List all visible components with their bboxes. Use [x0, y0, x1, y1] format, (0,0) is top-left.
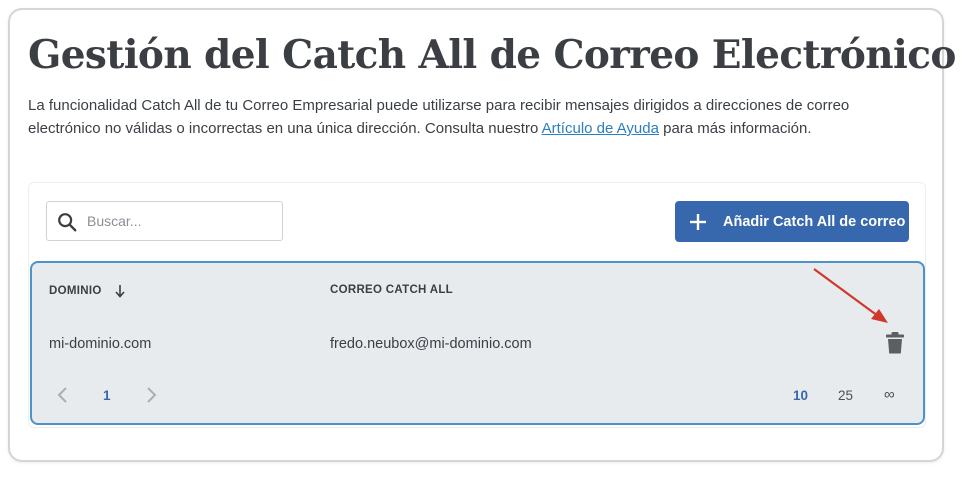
red-arrow-annotation — [813, 268, 888, 323]
column-header-domain-label: DOMINIO — [49, 285, 102, 297]
trash-icon[interactable] — [884, 331, 906, 355]
add-catch-all-button[interactable]: Añadir Catch All de correo — [675, 201, 909, 242]
chevron-right-icon[interactable] — [144, 386, 158, 404]
search-icon — [58, 213, 77, 232]
search-input[interactable] — [87, 208, 275, 234]
catch-all-card: Gestión del Catch All de Correo Electrón… — [8, 8, 956, 462]
chevron-left-icon[interactable] — [56, 386, 70, 404]
column-header-email-label: CORREO CATCH ALL — [330, 284, 453, 296]
cell-catch-all-email: fredo.neubox@mi-dominio.com — [330, 336, 532, 352]
page-title: Gestión del Catch All de Correo Electrón… — [28, 32, 956, 78]
plus-icon — [690, 213, 706, 230]
search-box[interactable] — [46, 201, 283, 241]
page-number-current[interactable]: 1 — [103, 388, 111, 403]
add-button-label: Añadir Catch All de correo — [723, 213, 906, 230]
catch-all-panel: Añadir Catch All de correo DOMINIO CORRE… — [28, 182, 926, 428]
help-article-link[interactable]: Artículo de Ayuda — [542, 120, 659, 137]
description-text-end: para más información. — [658, 120, 812, 137]
column-header-domain[interactable]: DOMINIO — [49, 284, 126, 298]
column-header-catch-all-email: CORREO CATCH ALL — [330, 284, 453, 296]
page-size-all[interactable]: ∞ — [884, 386, 895, 403]
catch-all-table: DOMINIO CORREO CATCH ALL mi-dominio.com … — [30, 261, 925, 425]
page-size-10[interactable]: 10 — [793, 388, 808, 403]
arrow-down-icon — [114, 285, 125, 298]
page-size-25[interactable]: 25 — [838, 388, 853, 403]
page-description: La funcionalidad Catch All de tu Correo … — [28, 94, 908, 140]
cell-domain: mi-dominio.com — [49, 336, 152, 352]
